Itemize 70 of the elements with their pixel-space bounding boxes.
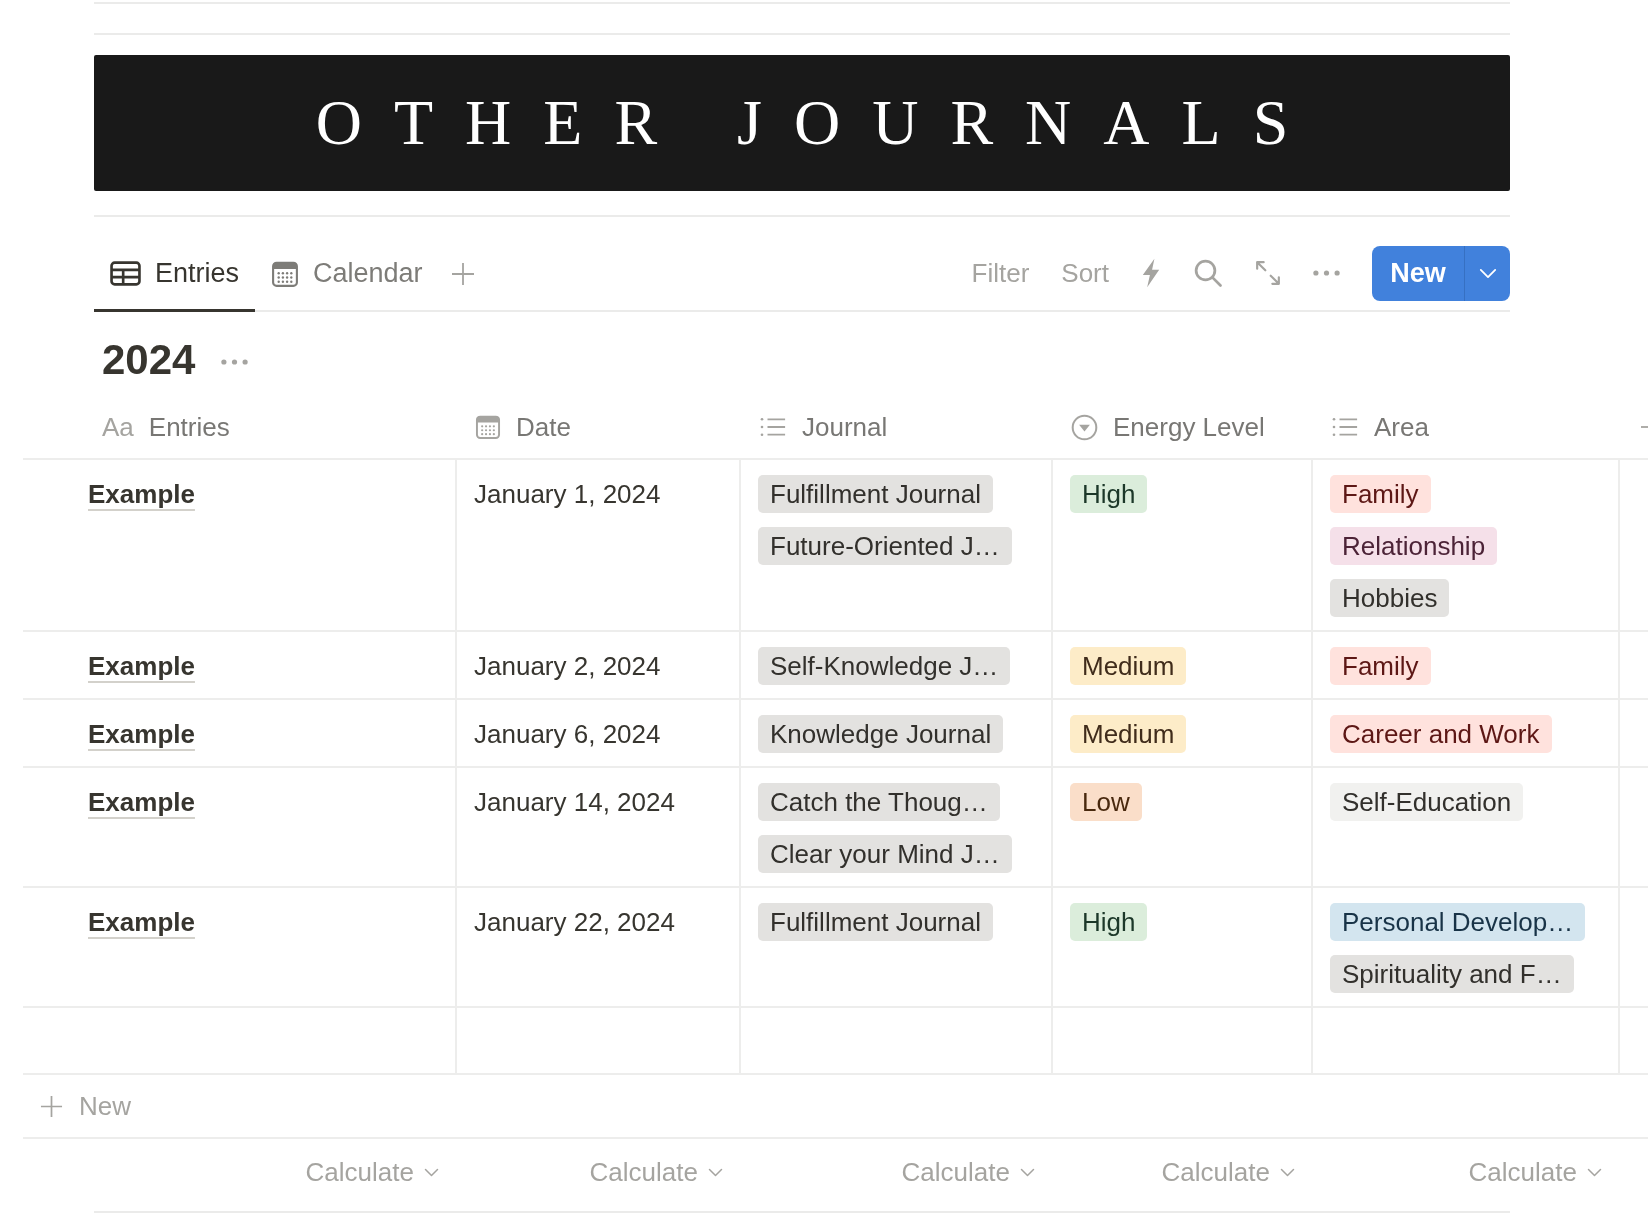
view-tab[interactable]: Calendar: [255, 238, 439, 312]
chevron-down-icon: [1280, 1167, 1295, 1177]
date-text: January 22, 2024: [474, 906, 675, 939]
calculate-button[interactable]: Calculate: [901, 1152, 1035, 1192]
new-row-button[interactable]: New: [40, 1086, 131, 1126]
chevron-down-icon: [1587, 1167, 1602, 1177]
entry-link[interactable]: Example: [88, 903, 195, 941]
energy-tag: Medium: [1070, 715, 1187, 753]
entry-link[interactable]: Example: [88, 715, 195, 753]
area-tag: Spirituality and F…: [1330, 955, 1574, 993]
view-tab[interactable]: Entries: [94, 238, 256, 312]
chevron-down-icon: [708, 1167, 723, 1177]
add-view-icon[interactable]: [450, 262, 475, 286]
more-icon[interactable]: [1313, 270, 1340, 276]
chevron-down-icon: [1478, 267, 1497, 279]
journal-tag: Catch the Thoug…: [758, 783, 1000, 821]
banner-title: OTHER JOURNALS: [314, 87, 1321, 159]
sort-button[interactable]: Sort: [1061, 253, 1109, 293]
column-header[interactable]: Area: [1331, 407, 1429, 447]
list-icon: [759, 416, 787, 438]
area-tag: Hobbies: [1330, 579, 1450, 617]
entry-link[interactable]: Example: [88, 647, 195, 685]
entry-link[interactable]: Example: [88, 783, 195, 821]
journal-tag: Clear your Mind J…: [758, 835, 1012, 873]
entry-link[interactable]: Example: [88, 475, 195, 513]
journal-tag: Knowledge Journal: [758, 715, 1004, 753]
date-text: January 1, 2024: [474, 478, 661, 511]
date-text: January 14, 2024: [474, 786, 675, 819]
column-header[interactable]: Date: [475, 407, 571, 447]
column-header[interactable]: Aa Entries: [102, 407, 230, 447]
dropdown-circle-icon: [1071, 413, 1098, 441]
energy-tag: Low: [1070, 783, 1142, 821]
date-text: January 2, 2024: [474, 650, 661, 683]
view-title: 2024: [102, 335, 196, 385]
text-type-icon: Aa: [102, 412, 134, 442]
calculate-button[interactable]: Calculate: [1161, 1152, 1295, 1192]
energy-tag: High: [1070, 903, 1148, 941]
energy-tag: Medium: [1070, 647, 1187, 685]
filter-button[interactable]: Filter: [971, 253, 1030, 293]
plus-icon: [40, 1094, 63, 1118]
column-header[interactable]: Energy Level: [1071, 407, 1265, 447]
lightning-icon[interactable]: [1141, 258, 1161, 288]
list-icon: [1331, 416, 1359, 438]
dropdown-button[interactable]: [1464, 245, 1510, 301]
column-header[interactable]: Journal: [759, 407, 888, 447]
journal-tag: Self-Knowledge J…: [758, 647, 1011, 685]
dash-icon[interactable]: [1641, 425, 1648, 429]
area-tag: Family: [1330, 475, 1431, 513]
expand-icon[interactable]: [1255, 260, 1281, 286]
area-tag: Self-Education: [1330, 783, 1524, 821]
area-tag: Family: [1330, 647, 1431, 685]
chevron-down-icon: [424, 1167, 439, 1177]
new-button[interactable]: New: [1372, 245, 1464, 301]
journal-tag: Fulfillment Journal: [758, 903, 993, 941]
journal-tag: Future-Oriented J…: [758, 527, 1012, 565]
more-icon[interactable]: [221, 359, 249, 365]
calculate-button[interactable]: Calculate: [305, 1152, 439, 1192]
search-icon[interactable]: [1193, 258, 1223, 288]
date-text: January 6, 2024: [474, 718, 661, 751]
table-icon: [110, 261, 141, 286]
chevron-down-icon: [1020, 1167, 1035, 1177]
energy-tag: High: [1070, 475, 1148, 513]
calculate-button[interactable]: Calculate: [589, 1152, 723, 1192]
calendar-icon: [475, 414, 501, 440]
calculate-button[interactable]: Calculate: [1468, 1152, 1602, 1192]
area-tag: Personal Develop…: [1330, 903, 1586, 941]
area-tag: Relationship: [1330, 527, 1498, 565]
journal-tag: Fulfillment Journal: [758, 475, 993, 513]
calendar-icon: [271, 259, 300, 288]
area-tag: Career and Work: [1330, 715, 1552, 753]
